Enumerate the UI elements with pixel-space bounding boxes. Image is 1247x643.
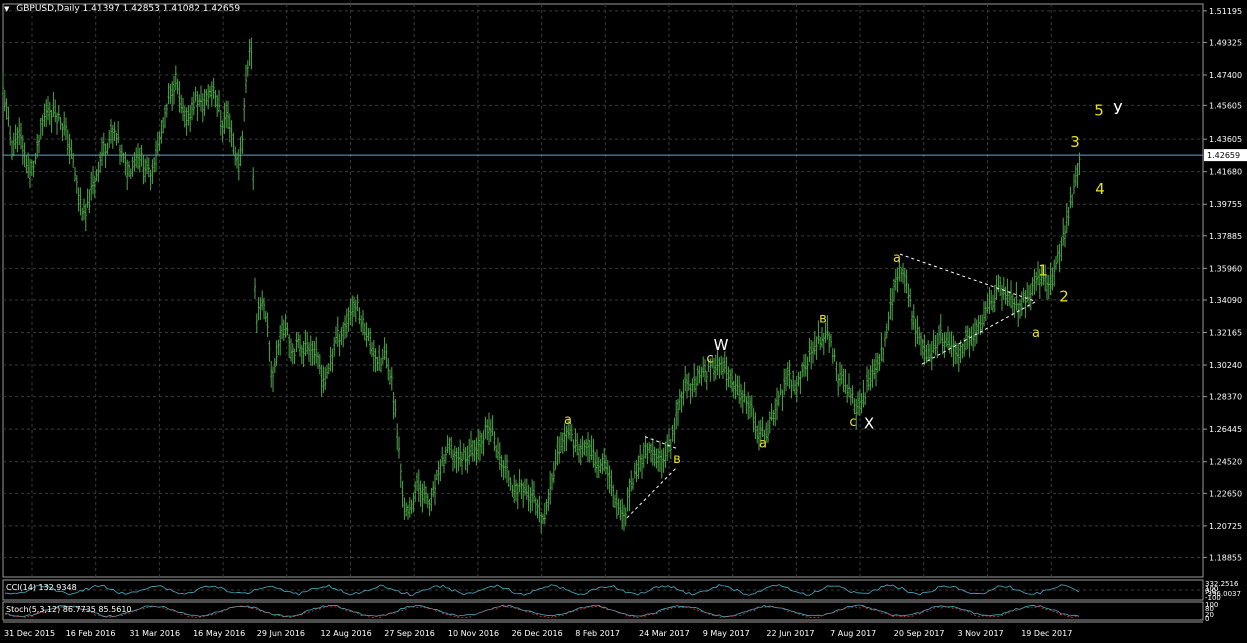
- price-tick-label: 1.30240: [1209, 361, 1242, 370]
- time-tick-label: 16 May 2016: [193, 629, 245, 638]
- time-tick-label: 10 Nov 2016: [448, 629, 499, 638]
- stoch-panel: [2, 601, 1204, 621]
- wave-label: a: [1032, 326, 1040, 341]
- price-tick-label: 1.24520: [1209, 458, 1242, 467]
- time-tick-label: 3 Nov 2017: [958, 629, 1004, 638]
- stoch-label: Stoch(5,3,12) 86.7735 85.5610: [6, 605, 132, 614]
- price-tick-label: 1.49325: [1209, 38, 1242, 47]
- wave-label: 5: [1094, 102, 1104, 120]
- chart-grid: [2, 3, 1204, 578]
- price-tick-label: 1.32165: [1209, 329, 1242, 338]
- wave-label: X: [864, 414, 874, 432]
- wave-label: c: [849, 415, 856, 430]
- trendline: [899, 253, 1037, 302]
- time-tick-label: 9 May 2017: [703, 629, 750, 638]
- time-tick-label: 24 Mar 2017: [639, 629, 690, 638]
- time-tick-label: 20 Sep 2017: [894, 629, 945, 638]
- price-tick-label: 1.26445: [1209, 425, 1242, 434]
- price-axis: 1.51195 1.49325 1.47400 1.45605 1.43605 1.416…: [1203, 7, 1247, 562]
- wave-label: a: [893, 251, 901, 266]
- price-tick-label: 1.45605: [1209, 101, 1242, 110]
- price-tick-label: 1.20725: [1209, 522, 1242, 531]
- wave-label: в: [673, 452, 681, 467]
- price-tick-label: 1.18855: [1209, 553, 1242, 562]
- wave-label: 3: [1070, 133, 1080, 151]
- time-tick-label: 27 Sep 2016: [384, 629, 435, 638]
- price-tick-label: 1.41680: [1209, 168, 1242, 177]
- time-tick-label: 29 Jun 2016: [257, 629, 305, 638]
- price-tick-label: 1.51195: [1209, 7, 1242, 16]
- price-tick-label: 1.22650: [1209, 489, 1242, 498]
- price-tick-label: 1.37885: [1209, 232, 1242, 241]
- wave-label: c: [706, 352, 713, 367]
- wave-label: 4: [1095, 180, 1105, 198]
- price-tick-label: 1.43605: [1209, 135, 1242, 144]
- wave-label: W: [714, 336, 729, 354]
- time-tick-label: 26 Dec 2016: [512, 629, 563, 638]
- wave-label: 1: [1038, 261, 1048, 279]
- stoch-scale-bottom: 0: [1205, 615, 1209, 623]
- chart-frame: [2, 3, 1204, 578]
- wave-label: в: [819, 312, 827, 327]
- indicator-panels: CCI(14) 132.9348 332.25161000.0-396.0037-…: [2, 579, 1241, 623]
- price-tick-label: 1.34090: [1209, 296, 1242, 305]
- time-tick-label: 31 Mar 2016: [129, 629, 180, 638]
- time-tick-label: 7 Aug 2017: [830, 629, 876, 638]
- price-chart[interactable]: aвcWaвc Xaa12345 У 1.511951.493251.474001.…: [0, 0, 1247, 643]
- price-tick-label: 1.28370: [1209, 393, 1242, 402]
- time-tick-label: 8 Feb 2017: [575, 629, 620, 638]
- price-tick-label: 1.47400: [1209, 71, 1242, 80]
- price-tick-label: 1.39755: [1209, 200, 1242, 209]
- current-price-label: 1.42659: [1207, 151, 1240, 160]
- price-tick-label: 1.35960: [1209, 264, 1242, 273]
- time-tick-label: 22 Jun 2017: [766, 629, 814, 638]
- time-tick-label: 31 Dec 2015: [4, 629, 55, 638]
- wave-label: У: [1113, 100, 1122, 118]
- time-tick-label: 12 Aug 2016: [321, 629, 372, 638]
- time-tick-label: 19 Dec 2017: [1021, 629, 1072, 638]
- time-axis: 31 Dec 2015 16 Feb 2016 31 Mar 2016 16 May …: [3, 621, 1203, 638]
- cci-label: CCI(14) 132.9348: [6, 583, 77, 592]
- wave-label: 2: [1059, 287, 1069, 305]
- wave-label: a: [564, 413, 572, 428]
- wave-label: a: [759, 437, 767, 452]
- time-tick-label: 16 Feb 2016: [66, 629, 116, 638]
